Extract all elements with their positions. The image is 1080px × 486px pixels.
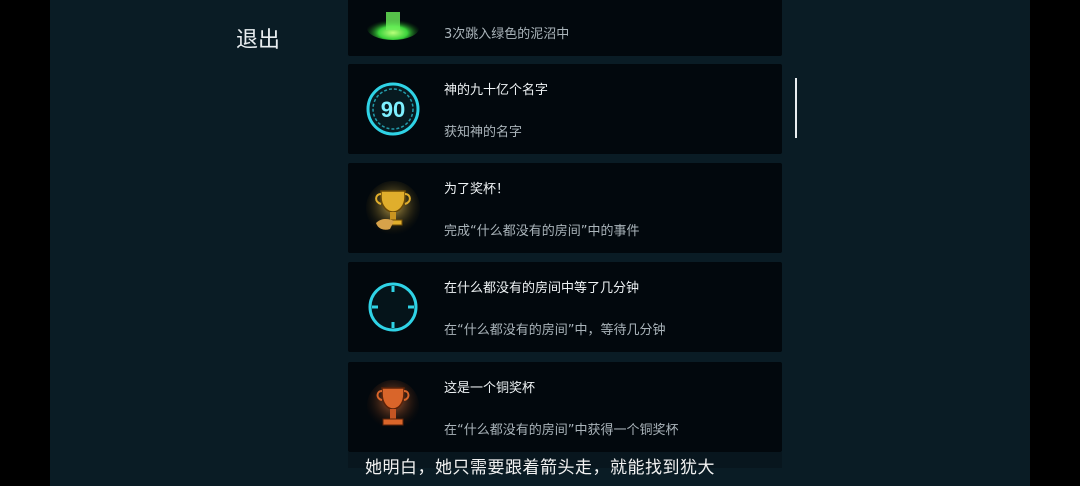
achievement-list[interactable]: 3次跳入绿色的泥沼中 90 神的九十亿个名字 获知神的名字 为了奖杯！ 完成“什…	[348, 0, 782, 468]
achievement-card[interactable]: 90 神的九十亿个名字 获知神的名字	[348, 64, 782, 154]
clock-icon	[364, 278, 422, 336]
achievement-title: 这是一个铜奖杯	[444, 381, 536, 396]
achievement-desc: 完成“什么都没有的房间”中的事件	[444, 224, 640, 239]
gold-trophy-icon	[364, 179, 422, 237]
achievement-card[interactable]: 3次跳入绿色的泥沼中	[348, 0, 782, 56]
story-subtitle: 她明白，她只需要跟着箭头走，就能找到犹大	[365, 458, 715, 478]
exit-button[interactable]: 退出	[236, 22, 280, 54]
left-black-bar	[0, 0, 50, 486]
number-90-icon: 90	[364, 80, 422, 138]
achievement-card[interactable]: 在什么都没有的房间中等了几分钟 在“什么都没有的房间”中，等待几分钟	[348, 262, 782, 352]
achievement-title: 神的九十亿个名字	[444, 83, 549, 98]
list-scrollbar[interactable]	[795, 78, 797, 138]
achievement-card[interactable]: 为了奖杯！ 完成“什么都没有的房间”中的事件	[348, 163, 782, 253]
achievement-desc: 获知神的名字	[444, 125, 523, 140]
bronze-trophy-icon	[364, 378, 422, 436]
green-swamp-icon	[364, 0, 422, 40]
achievement-title: 为了奖杯！	[444, 182, 510, 197]
achievement-desc: 在“什么都没有的房间”中，等待几分钟	[444, 323, 666, 338]
achievement-title: 在什么都没有的房间中等了几分钟	[444, 281, 640, 296]
achievement-desc: 3次跳入绿色的泥沼中	[444, 27, 570, 42]
game-screen: 退出 3次跳入绿色的泥沼中 90 神的九十亿个名字 获知神的名字 为了奖杯！ 完…	[50, 0, 1030, 486]
achievement-card[interactable]: 这是一个铜奖杯 在“什么都没有的房间”中获得一个铜奖杯	[348, 362, 782, 452]
right-black-bar	[1030, 0, 1080, 486]
achievement-desc: 在“什么都没有的房间”中获得一个铜奖杯	[444, 423, 679, 438]
badge-90-text: 90	[381, 97, 405, 122]
